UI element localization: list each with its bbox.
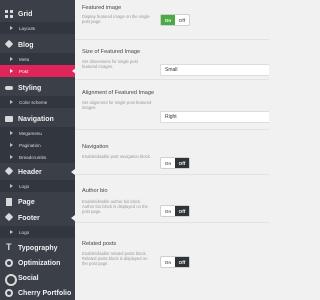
sidebar-item-cherry-portfolio[interactable]: Cherry Portfolio — [0, 285, 75, 300]
sidebar-item-page[interactable]: Page — [0, 194, 75, 210]
toggle-off-button[interactable]: Off — [175, 158, 189, 168]
option-title: Featured image — [82, 5, 122, 11]
toggle-on-button[interactable]: On — [161, 15, 175, 25]
sidebar-subitem-post[interactable]: Post — [0, 65, 75, 77]
sidebar-item-label: Megamenu — [19, 130, 42, 136]
navigation-icon — [5, 115, 13, 123]
brush-icon — [5, 84, 13, 92]
sidebar-item-navigation[interactable]: Navigation — [0, 111, 75, 127]
option-featured-image-size: Size of Featured Image Set dimensions fo… — [75, 40, 269, 80]
sidebar-item-label: Post — [19, 68, 29, 74]
featured-image-size-select[interactable]: Small — [160, 64, 269, 76]
select-value: Small — [165, 67, 178, 73]
toggle-off-button[interactable]: Off — [175, 206, 189, 216]
sidebar-subitem-breadcrumbs[interactable]: Breadcrumbs — [0, 151, 75, 163]
sidebar-subitem-meta[interactable]: Meta — [0, 53, 75, 65]
sidebar-subitem-footer-logo[interactable]: Logo — [0, 226, 75, 238]
toggle-on-button[interactable]: On — [161, 206, 175, 216]
sidebar-item-label: Page — [18, 198, 35, 206]
gear-icon — [5, 289, 13, 297]
caret-right-icon — [10, 230, 13, 234]
sidebar-item-label: Typography — [18, 244, 58, 252]
sidebar-item-label: Layouts — [19, 25, 36, 31]
author-bio-toggle[interactable]: On Off — [160, 205, 190, 217]
toggle-off-button[interactable]: Off — [175, 15, 189, 25]
sidebar-item-social[interactable]: Social — [0, 270, 75, 286]
toggle-on-button[interactable]: On — [161, 158, 175, 168]
pin-icon — [5, 41, 13, 49]
option-featured-image-alignment: Alignment of Featured Image Set alignmen… — [75, 80, 269, 130]
caret-right-icon — [10, 57, 13, 61]
sidebar-item-label: Navigation — [18, 115, 54, 123]
featured-image-toggle[interactable]: On Off — [160, 14, 190, 26]
sidebar-subitem-layouts[interactable]: Layouts — [0, 22, 75, 34]
sidebar-item-optimization[interactable]: Optimization — [0, 255, 75, 271]
caret-right-icon — [10, 184, 13, 188]
option-author-bio: Author bio Enable/disable author bio blo… — [75, 175, 269, 223]
theme-options-panel: Grid Layouts Blog Meta Post Styling Colo… — [0, 0, 269, 300]
share-icon — [5, 274, 17, 286]
sidebar-subitem-megamenu[interactable]: Megamenu — [0, 127, 75, 139]
options-sidebar: Grid Layouts Blog Meta Post Styling Colo… — [0, 0, 75, 300]
option-navigation: Navigation Enable/disable post navigatio… — [75, 130, 269, 175]
sidebar-item-label: Logo — [19, 183, 30, 189]
sidebar-item-header[interactable]: Header — [0, 164, 75, 180]
sidebar-item-label: Logo — [19, 229, 30, 235]
sidebar-subitem-header-logo[interactable]: Logo — [0, 180, 75, 192]
option-title: Navigation — [82, 144, 109, 150]
sidebar-item-footer[interactable]: Footer — [0, 210, 75, 226]
sidebar-item-typography[interactable]: Typography — [0, 240, 75, 256]
typography-icon — [5, 242, 13, 252]
option-description: Enable/disable related posts block. Rela… — [82, 251, 148, 267]
pin-icon — [5, 168, 13, 176]
sidebar-item-label: Breadcrumbs — [19, 154, 47, 160]
sidebar-item-label: Pagination — [19, 142, 41, 148]
sidebar-item-styling[interactable]: Styling — [0, 80, 75, 96]
options-content: Featured image Display featured image on… — [75, 0, 269, 300]
sidebar-item-label: Meta — [19, 56, 30, 62]
grid-icon — [5, 10, 13, 18]
sidebar-item-label: Cherry Portfolio — [18, 289, 72, 297]
gear-icon — [5, 259, 13, 267]
caret-right-icon — [10, 100, 13, 104]
sidebar-item-grid[interactable]: Grid — [0, 6, 75, 22]
caret-right-icon — [10, 26, 13, 30]
sidebar-item-label: Color scheme — [19, 99, 48, 105]
sidebar-item-blog[interactable]: Blog — [0, 37, 75, 53]
sidebar-item-label: Footer — [18, 214, 40, 222]
option-title: Related posts — [82, 241, 117, 247]
option-description: Enable/disable author bio block. Author … — [82, 199, 148, 215]
pin-icon — [5, 214, 13, 222]
featured-image-alignment-select[interactable]: Right — [160, 111, 269, 123]
page-icon — [5, 198, 13, 206]
sidebar-item-label: Grid — [18, 10, 33, 18]
sidebar-item-label: Social — [18, 274, 39, 282]
caret-right-icon — [10, 69, 13, 73]
sidebar-subitem-pagination[interactable]: Pagination — [0, 139, 75, 151]
sidebar-item-label: Styling — [18, 84, 42, 92]
sidebar-item-label: Header — [18, 168, 42, 176]
sidebar-subitem-color-scheme[interactable]: Color scheme — [0, 96, 75, 108]
related-posts-toggle[interactable]: On Off — [160, 256, 190, 268]
toggle-on-button[interactable]: On — [161, 257, 175, 267]
option-description: Enable/disable post navigation block. — [82, 154, 151, 159]
option-description: Set dimensions for single post featured … — [82, 59, 138, 70]
select-value: Right — [165, 114, 177, 120]
option-title: Alignment of Featured Image — [82, 90, 155, 96]
toggle-off-button[interactable]: Off — [175, 257, 189, 267]
sidebar-item-label: Blog — [18, 41, 34, 49]
option-related-posts: Related posts Enable/disable related pos… — [75, 223, 269, 300]
caret-right-icon — [10, 131, 13, 135]
option-title: Author bio — [82, 188, 108, 194]
navigation-toggle[interactable]: On Off — [160, 157, 190, 169]
option-description: Set alignment for single post featured i… — [82, 100, 152, 111]
option-title: Size of Featured Image — [82, 49, 141, 55]
option-featured-image: Featured image Display featured image on… — [75, 0, 269, 40]
caret-right-icon — [10, 155, 13, 159]
sidebar-item-label: Optimization — [18, 259, 61, 267]
caret-right-icon — [10, 143, 13, 147]
option-description: Display featured image on the single pos… — [82, 14, 150, 25]
